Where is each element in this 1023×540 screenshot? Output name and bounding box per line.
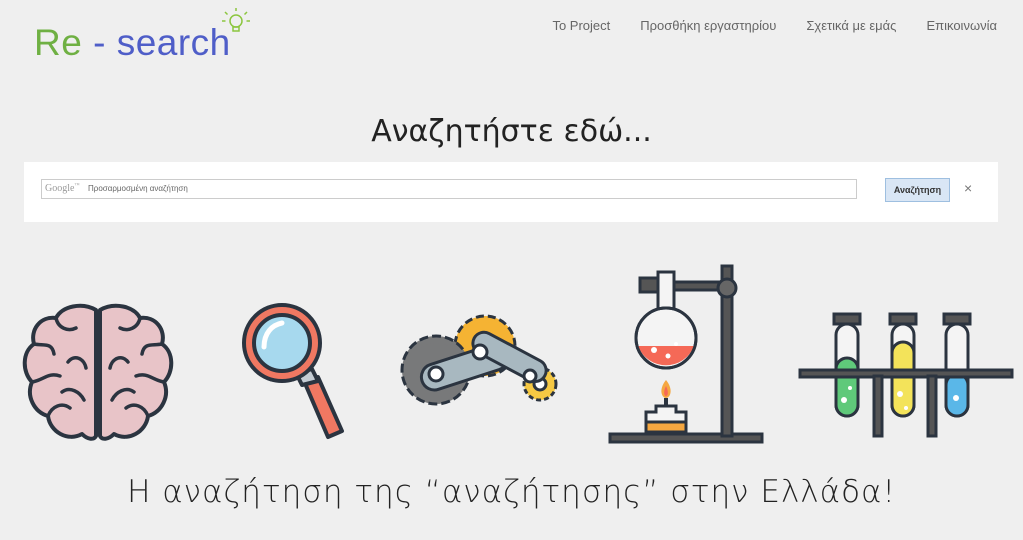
search-panel: Google™ Προσαρμοσμένη αναζήτηση Αναζήτησ… (24, 162, 998, 222)
brain-illustration (22, 303, 174, 441)
lightbulb-icon (222, 8, 250, 32)
google-brand: Google™ (45, 183, 80, 194)
page-heading: Αναζητήστε εδώ... (371, 114, 652, 149)
nav-contact[interactable]: Επικοινωνία (926, 18, 997, 33)
flask-stand-illustration (608, 264, 764, 444)
logo-search: - search (82, 22, 231, 63)
clear-search-icon[interactable]: × (964, 180, 972, 196)
search-button[interactable]: Αναζήτηση (885, 178, 950, 202)
test-tubes-illustration (798, 312, 1014, 438)
nav-add-lab[interactable]: Προσθήκη εργαστηρίου (640, 18, 776, 33)
search-placeholder: Προσαρμοσμένη αναζήτηση (88, 184, 188, 193)
magnifying-glass-illustration (242, 303, 344, 439)
tagline: Η αναζήτηση της “αναζήτησης” στην Ελλάδα… (127, 474, 896, 510)
main-nav: To Project Προσθήκη εργαστηρίου Σχετικά … (552, 18, 997, 33)
search-input[interactable]: Google™ Προσαρμοσμένη αναζήτηση (41, 179, 857, 199)
gears-illustration (400, 314, 558, 406)
logo[interactable]: Re - search (34, 24, 231, 61)
logo-re: Re (34, 22, 83, 63)
nav-about[interactable]: Σχετικά με εμάς (806, 18, 896, 33)
nav-project[interactable]: To Project (552, 18, 610, 33)
